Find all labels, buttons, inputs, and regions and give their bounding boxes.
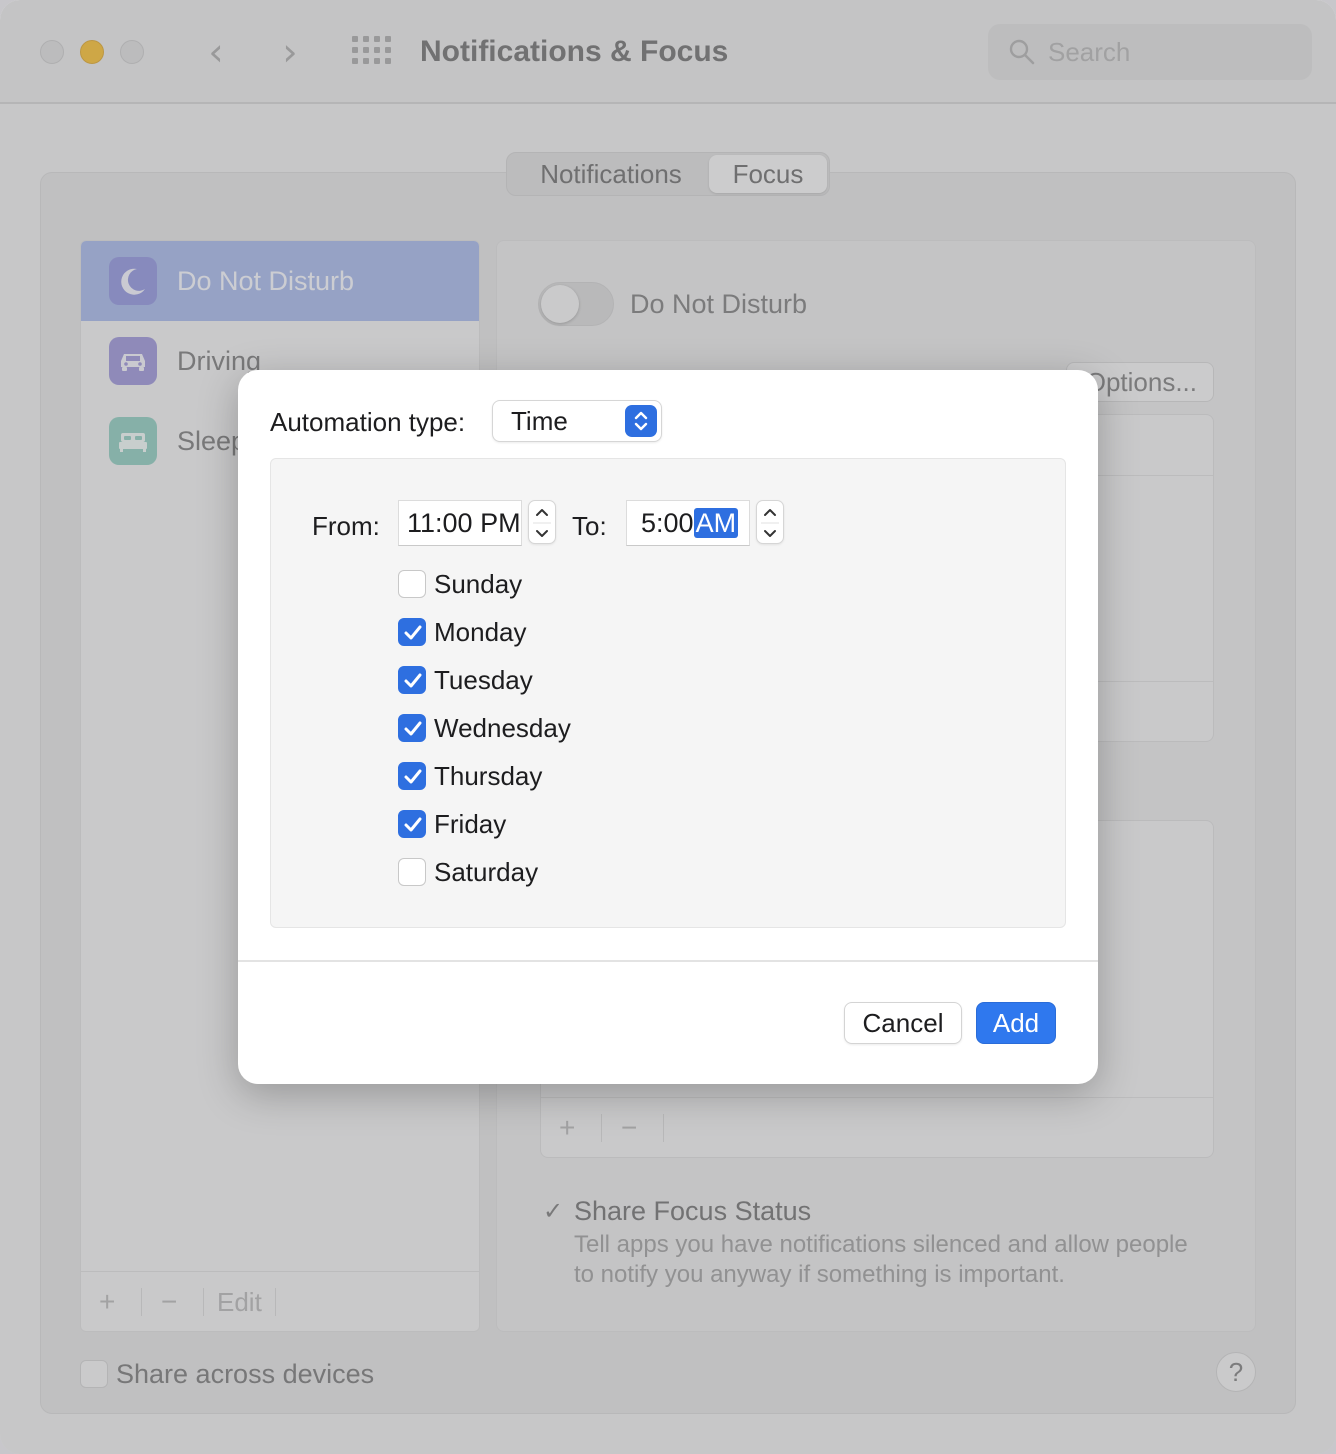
checkmark-icon — [404, 769, 422, 784]
from-label: From: — [312, 511, 380, 541]
to-time-value: 5:00 — [641, 508, 694, 538]
from-time-stepper[interactable] — [528, 500, 556, 544]
cancel-button[interactable]: Cancel — [844, 1002, 962, 1044]
stepper-arrows-icon — [533, 509, 551, 537]
day-label: Wednesday — [434, 713, 571, 743]
checkmark-icon — [404, 673, 422, 688]
monday-checkbox[interactable] — [398, 618, 426, 646]
checkmark-icon — [404, 817, 422, 832]
checkmark-icon — [404, 721, 422, 736]
to-time-field[interactable]: 5:00AM — [626, 500, 750, 546]
thursday-checkbox[interactable] — [398, 762, 426, 790]
automation-type-label: Automation type: — [270, 407, 466, 437]
day-label: Thursday — [434, 761, 543, 791]
day-label: Monday — [434, 617, 527, 647]
to-time-stepper[interactable] — [756, 500, 784, 544]
dialog-divider — [238, 960, 1098, 962]
checkmark-icon — [404, 625, 422, 640]
day-label: Sunday — [434, 569, 523, 599]
updown-chevron-icon — [625, 405, 657, 437]
day-label: Friday — [434, 809, 507, 839]
day-label: Saturday — [434, 857, 539, 887]
wednesday-checkbox[interactable] — [398, 714, 426, 742]
add-button[interactable]: Add — [976, 1002, 1056, 1044]
to-label: To: — [572, 511, 607, 541]
automation-type-value: Time — [511, 406, 568, 436]
stepper-arrows-icon — [761, 509, 779, 537]
tuesday-checkbox[interactable] — [398, 666, 426, 694]
from-time-field[interactable]: 11:00 PM — [398, 500, 522, 546]
saturday-checkbox[interactable] — [398, 858, 426, 886]
friday-checkbox[interactable] — [398, 810, 426, 838]
sunday-checkbox[interactable] — [398, 570, 426, 598]
to-ampm-segment[interactable]: AM — [693, 508, 739, 538]
automation-type-select[interactable]: Time — [492, 400, 662, 442]
add-automation-dialog: Automation type: Time From: 11:00 PM To:… — [238, 370, 1098, 1084]
system-preferences-window: ‹ › Notifications & Focus Notifications … — [0, 0, 1336, 1454]
day-label: Tuesday — [434, 665, 533, 695]
